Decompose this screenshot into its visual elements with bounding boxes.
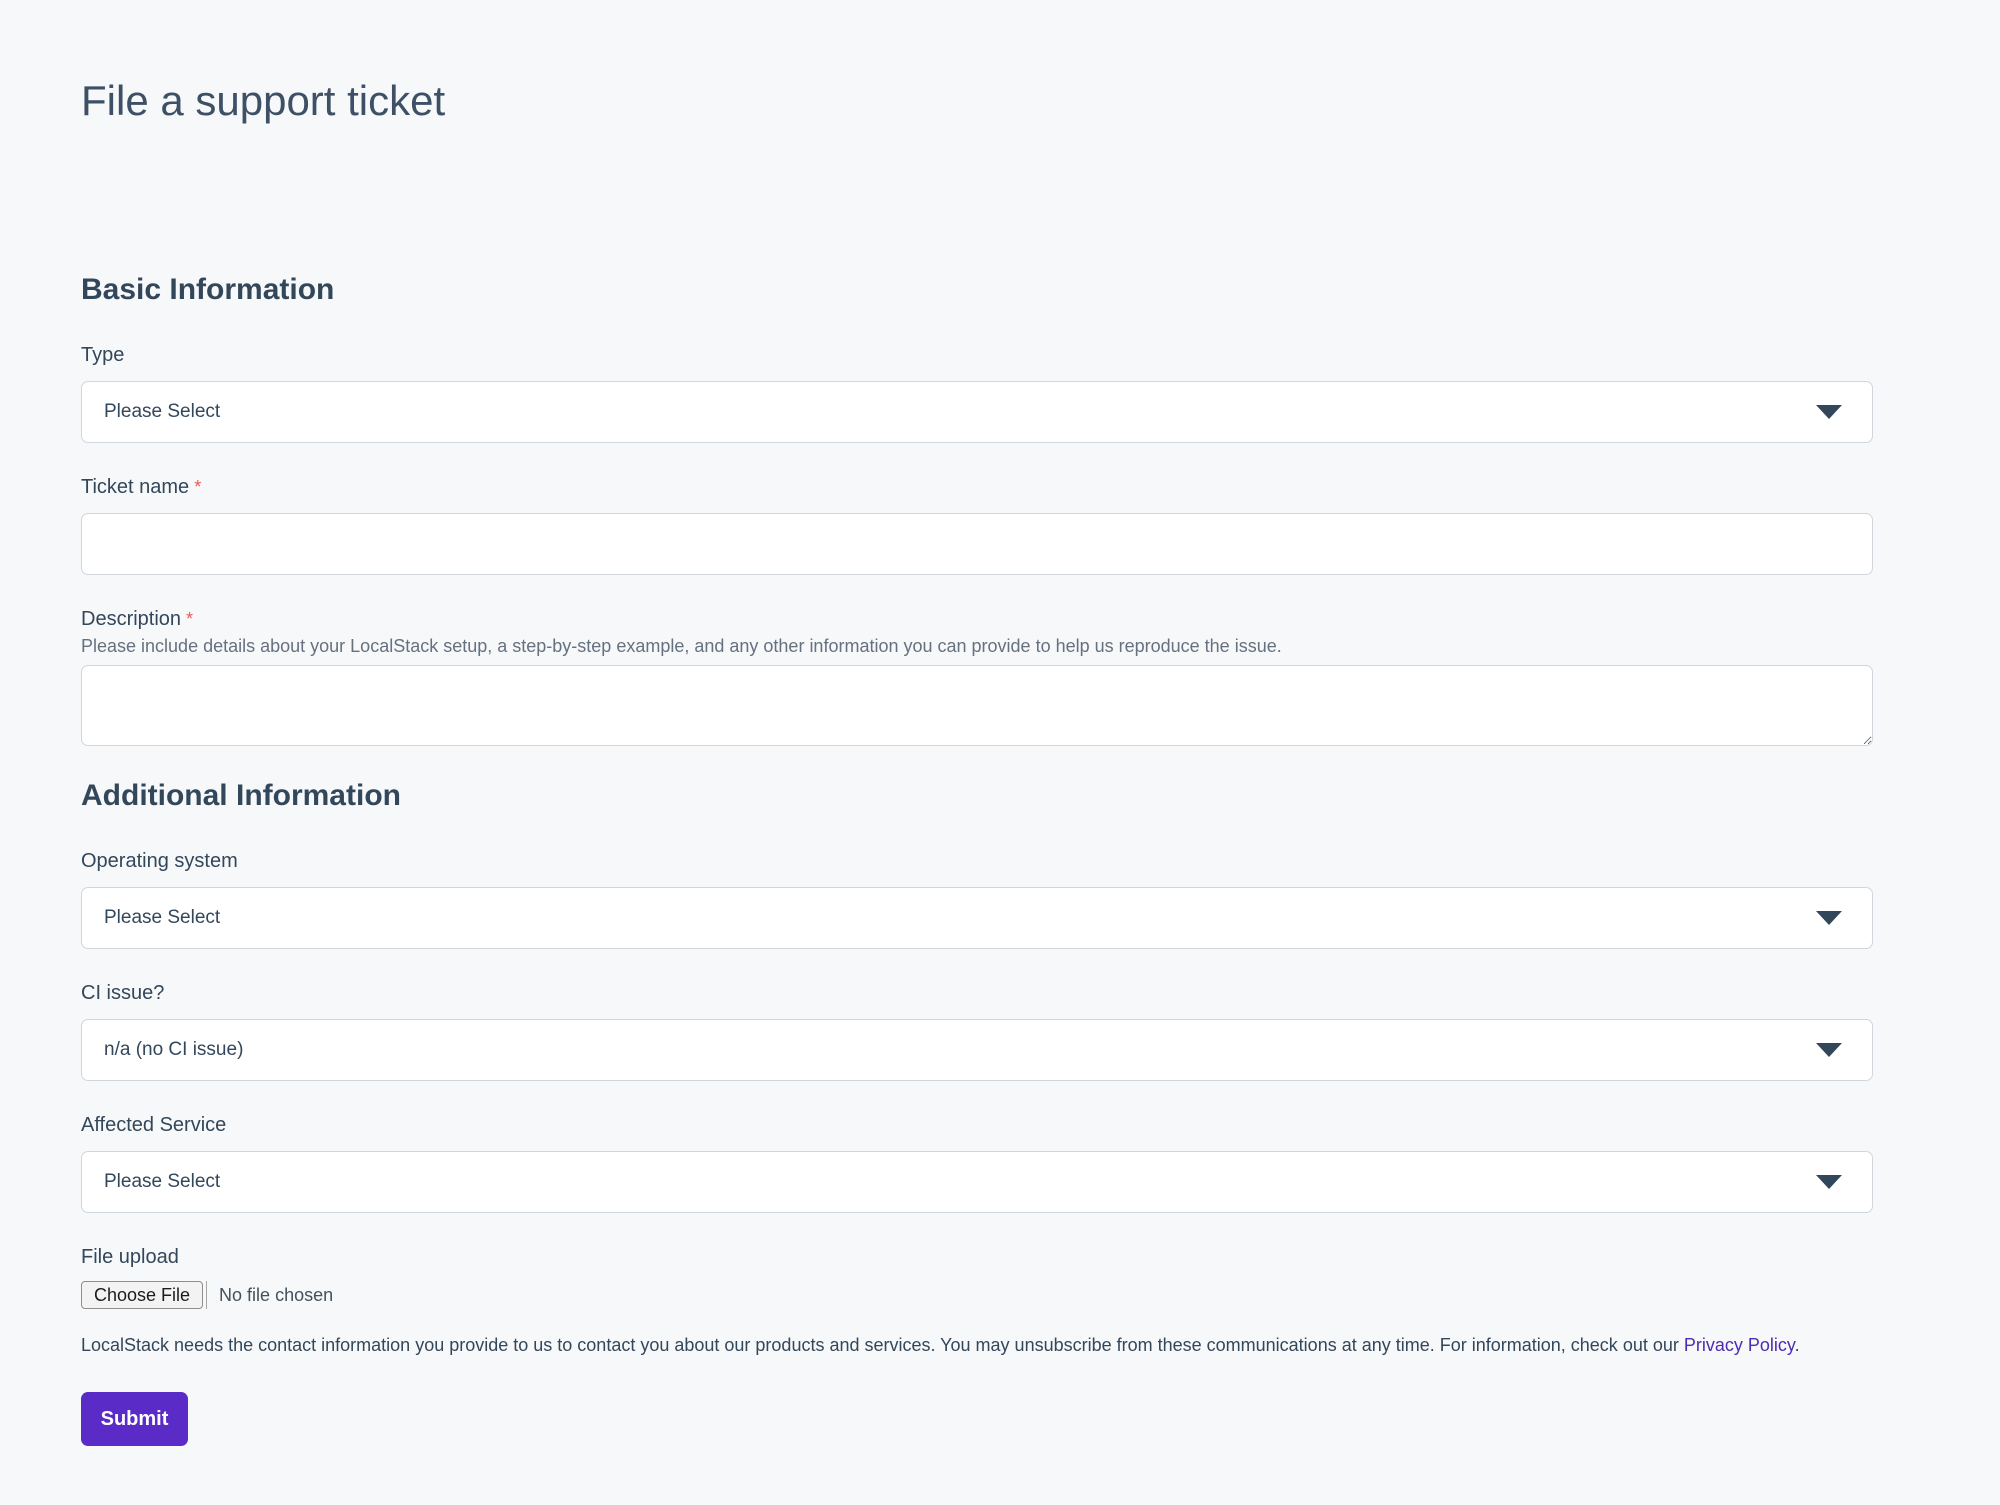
caret-down-icon [1816, 1043, 1842, 1057]
description-helper-text: Please include details about your LocalS… [81, 635, 1873, 657]
submit-button[interactable]: Submit [81, 1392, 188, 1446]
type-label-row: Type [81, 343, 1873, 367]
ticket-name-label-row: Ticket name* [81, 475, 1873, 499]
privacy-policy-link[interactable]: Privacy Policy [1684, 1335, 1795, 1355]
ticket-name-label: Ticket name [81, 476, 189, 498]
type-select[interactable]: Please Select [81, 381, 1873, 443]
required-asterisk: * [186, 609, 193, 629]
privacy-notice-period: . [1795, 1335, 1800, 1355]
affected-service-label: Affected Service [81, 1114, 226, 1136]
operating-system-select-value: Please Select [104, 907, 220, 929]
operating-system-label: Operating system [81, 850, 238, 872]
choose-file-button[interactable]: Choose File [81, 1281, 203, 1309]
page-title: File a support ticket [81, 0, 1873, 126]
file-status-text: No file chosen [219, 1285, 333, 1306]
field-description: Description* Please include details abou… [81, 607, 1873, 746]
file-input-divider [206, 1281, 207, 1309]
description-textarea[interactable] [81, 665, 1873, 746]
section-heading-additional-information: Additional Information [81, 778, 1873, 814]
file-upload-label: File upload [81, 1246, 179, 1268]
form-container: File a support ticket Basic Information … [81, 0, 1873, 1446]
type-label: Type [81, 344, 124, 366]
field-ci-issue: CI issue? n/a (no CI issue) [81, 981, 1873, 1081]
affected-service-select[interactable]: Please Select [81, 1151, 1873, 1213]
description-label: Description [81, 608, 181, 630]
ci-issue-label-row: CI issue? [81, 981, 1873, 1005]
support-ticket-page: File a support ticket Basic Information … [0, 0, 2000, 1505]
caret-down-icon [1816, 911, 1842, 925]
caret-down-icon [1816, 1175, 1842, 1189]
caret-down-icon [1816, 405, 1842, 419]
type-select-value: Please Select [104, 401, 220, 423]
field-operating-system: Operating system Please Select [81, 849, 1873, 949]
affected-service-label-row: Affected Service [81, 1113, 1873, 1137]
ci-issue-select-value: n/a (no CI issue) [104, 1039, 243, 1061]
ticket-name-input[interactable] [81, 513, 1873, 575]
field-affected-service: Affected Service Please Select [81, 1113, 1873, 1213]
ci-issue-select[interactable]: n/a (no CI issue) [81, 1019, 1873, 1081]
section-heading-basic-information: Basic Information [81, 272, 1873, 308]
privacy-notice: LocalStack needs the contact information… [81, 1332, 1873, 1358]
description-label-row: Description* [81, 607, 1873, 631]
field-type: Type Please Select [81, 343, 1873, 443]
operating-system-select[interactable]: Please Select [81, 887, 1873, 949]
required-asterisk: * [194, 477, 201, 497]
affected-service-select-value: Please Select [104, 1171, 220, 1193]
operating-system-label-row: Operating system [81, 849, 1873, 873]
file-upload-label-row: File upload [81, 1245, 1873, 1269]
ci-issue-label: CI issue? [81, 982, 164, 1004]
field-ticket-name: Ticket name* [81, 475, 1873, 575]
privacy-notice-text: LocalStack needs the contact information… [81, 1335, 1684, 1355]
file-upload-control: Choose File No file chosen [81, 1281, 1873, 1309]
support-ticket-form: Basic Information Type Please Select Tic… [81, 272, 1873, 1446]
field-file-upload: File upload Choose File No file chosen [81, 1245, 1873, 1309]
